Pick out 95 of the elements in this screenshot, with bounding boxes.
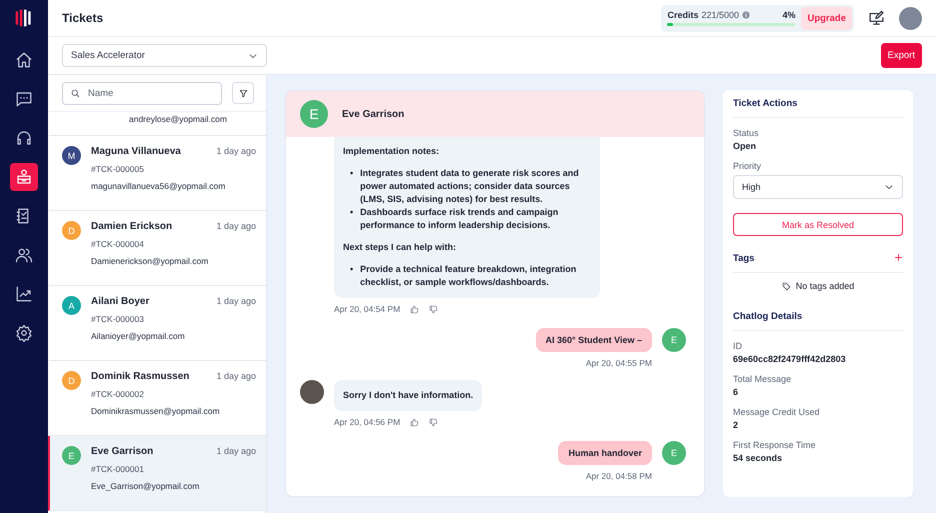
bot-dropdown[interactable]: Sales Accelerator [62, 44, 267, 67]
user-avatar: E [662, 441, 686, 465]
message-time: Apr 20, 04:55 PM [586, 358, 652, 368]
bullet-mark: • [350, 263, 354, 276]
bullet-mark: • [350, 167, 354, 180]
user-avatar: E [662, 328, 686, 352]
tag-icon [782, 282, 791, 290]
ticket-email: Ailanioyer@yopmail.com [91, 331, 186, 341]
contact-avatar: E [300, 100, 328, 128]
ticket-id: #TCK-000001 [91, 464, 145, 474]
search-field[interactable]: Name [62, 82, 222, 104]
contact-name: Eve Garrison [342, 108, 404, 120]
ticket-avatar: E [62, 446, 81, 465]
detail-value: 6 [733, 387, 740, 397]
detail-label: ID [733, 341, 743, 351]
export-button[interactable]: Export [880, 43, 922, 68]
line-chart-icon [15, 285, 33, 303]
detail-label: Message Credit Used [733, 407, 821, 417]
nav-item[interactable] [10, 163, 38, 191]
section-title: Tags [733, 252, 754, 264]
ticket-email: magunavillanueva56@yopmail.com [91, 181, 226, 191]
message-paragraph: Next steps I can help with: [343, 241, 458, 254]
ticket-name: Damien Erickson [91, 221, 172, 232]
priority-dropdown[interactable]: High [733, 175, 903, 199]
thumbs-up-icon[interactable] [410, 418, 420, 426]
detail-label: Total Message [733, 374, 792, 384]
section-title: Chatlog Details [733, 311, 903, 331]
credits-percent: 4% [782, 10, 796, 20]
message-list-item: Integrates student data to generate risk scores and power automated actions; consider data sources (LMS, SIS, advising notes) for best results. [360, 167, 580, 206]
ticket-email: Eve_Garrison@yopmail.com [91, 481, 200, 491]
message-list-item: Dashboards surface risk trends and campaign performance to inform leadership decisions. [360, 206, 560, 232]
info-icon [742, 11, 750, 19]
ticket-time: 1 day ago [216, 146, 256, 157]
chat-bubble-icon [15, 90, 33, 108]
mark-resolved-button[interactable]: Mark as Resolved [733, 213, 903, 236]
message-paragraph: Sorry I don't have information. [343, 389, 474, 402]
plus-icon [894, 253, 903, 262]
users-icon [15, 246, 33, 264]
ticket-time: 1 day ago [216, 446, 256, 457]
ticket-id: #TCK-000004 [91, 239, 145, 249]
monitor-pen-icon[interactable] [868, 10, 885, 26]
home-icon [15, 51, 33, 69]
detail-value: 54 seconds [733, 453, 784, 463]
ticket-id: #TCK-000005 [91, 164, 145, 174]
search-input[interactable]: Name [88, 85, 198, 101]
credits-label: Credits [667, 10, 698, 20]
empty-tags-text: No tags added [796, 281, 854, 291]
page-title: Tickets [62, 11, 104, 25]
person-desk-icon [15, 168, 33, 186]
ticket-avatar: D [62, 371, 81, 390]
ticket-email: Dominikrasmussen@yopmail.com [91, 406, 221, 416]
credits-value: 221/5000 [701, 10, 740, 20]
user-avatar[interactable] [899, 6, 922, 30]
bullet-mark: • [350, 206, 354, 219]
detail-value: 2 [733, 420, 740, 430]
user-message: Human handover [558, 441, 652, 465]
ticket-item[interactable]: D Damien Erickson 1 day ago #TCK-000004 Damienerickson@yopmail.com [48, 211, 266, 286]
ticket-time: 1 day ago [216, 221, 256, 232]
ticket-time: 1 day ago [216, 296, 256, 307]
ticket-name: Eve Garrison [91, 446, 154, 457]
settings-icon [15, 324, 33, 342]
ticket-avatar: M [62, 146, 81, 165]
message-list-item: Provide a technical feature breakdown, integration checklist, or sample workflows/dashboards. [360, 263, 578, 289]
ticket-item[interactable]: M Maguna Villanueva 1 day ago #TCK-000005 magunavillanueva56@yopmail.com [48, 136, 266, 211]
headset-icon [15, 129, 33, 147]
message-paragraph: Implementation notes: [343, 145, 440, 158]
search-icon [71, 88, 80, 98]
ticket-id: #TCK-000002 [91, 389, 145, 399]
thumbs-down-icon[interactable] [429, 304, 438, 314]
field-label: Status [733, 128, 760, 138]
ticket-time: 1 day ago [216, 371, 256, 382]
thumbs-down-icon[interactable] [429, 418, 438, 426]
ticket-name: Ailani Boyer [91, 296, 150, 307]
status-value: Open [733, 141, 758, 151]
user-message: AI 360° Student View – [536, 328, 652, 352]
ticket-name: Maguna Villanueva [91, 146, 181, 157]
detail-value: 69e60cc82f2479fff42d2803 [733, 354, 847, 364]
ticket-item[interactable]: andreylose@yopmail.com [48, 112, 266, 136]
ticket-email: andreylose@yopmail.com [129, 114, 228, 124]
message-time: Apr 20, 04:54 PM [334, 304, 400, 314]
thumbs-up-icon[interactable] [410, 304, 420, 314]
message-time: Apr 20, 04:56 PM [334, 417, 400, 427]
filter-icon [238, 88, 248, 98]
ticket-avatar: A [62, 296, 81, 315]
ticket-id: #TCK-000003 [91, 314, 145, 324]
filter-button[interactable] [232, 82, 254, 104]
message-time: Apr 20, 04:58 PM [586, 471, 652, 481]
field-label: Priority [733, 161, 762, 171]
ticket-email: Damienerickson@yopmail.com [91, 256, 210, 266]
ticket-item[interactable]: E Eve Garrison 1 day ago #TCK-000001 Eve_Garrison@yopmail.com [48, 436, 266, 511]
detail-label: First Response Time [733, 440, 817, 450]
ticket-item[interactable]: A Ailani Boyer 1 day ago #TCK-000003 Ailanioyer@yopmail.com [48, 286, 266, 361]
ticket-avatar: D [62, 221, 81, 240]
section-title: Ticket Actions [733, 90, 903, 118]
ticket-name: Dominik Rasmussen [91, 371, 190, 382]
